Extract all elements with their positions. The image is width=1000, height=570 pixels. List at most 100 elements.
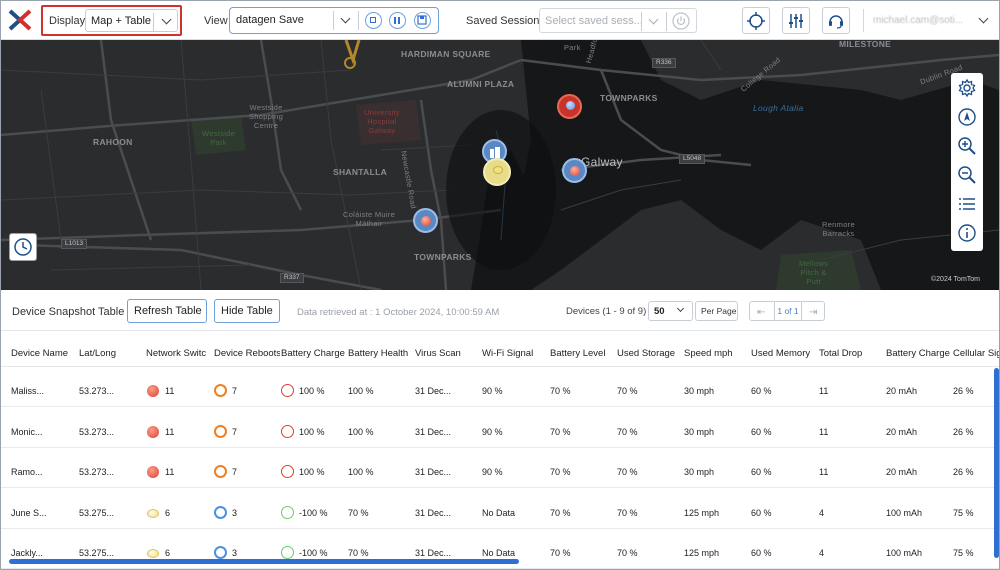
table-cell-reboots: 7 xyxy=(232,426,238,437)
pause-button[interactable] xyxy=(389,12,406,29)
headset-icon xyxy=(829,15,843,29)
map-label-mellows: Mellows Pitch & Putt xyxy=(799,259,829,286)
map-marker-yellow[interactable] xyxy=(483,158,511,186)
list-icon[interactable] xyxy=(957,194,977,214)
road-badge-l1013: L1013 xyxy=(61,239,88,249)
battery-status-icon xyxy=(281,465,294,478)
filters-button[interactable] xyxy=(782,7,810,34)
saved-sessions-dropdown[interactable]: Select saved sess... xyxy=(539,8,697,33)
column-header[interactable]: Battery Level xyxy=(550,348,616,359)
data-retrieved-timestamp: Data retrieved at : 1 October 2024, 10:0… xyxy=(297,307,500,318)
chevron-down-icon xyxy=(161,14,172,25)
column-header[interactable]: Network Switc xyxy=(146,348,206,359)
table-cell-network: 11 xyxy=(165,467,175,477)
zoom-out-icon[interactable] xyxy=(957,165,977,185)
support-button[interactable] xyxy=(822,7,850,34)
table-cell-total-drop: 11 xyxy=(819,386,829,396)
network-status-icon xyxy=(147,508,159,518)
table-cell-reboots: 7 xyxy=(232,386,238,396)
network-status-icon xyxy=(147,549,159,558)
save-icon xyxy=(417,15,427,25)
table-cell-reboots: 3 xyxy=(232,548,238,558)
power-icon[interactable] xyxy=(671,11,691,31)
table-row[interactable]: Ramo... 53.273... 100 % 31 Dec... 90 % 70 % 70… xyxy=(1,448,999,488)
column-header[interactable]: Used Storage xyxy=(617,348,683,359)
network-status-icon xyxy=(147,425,159,438)
column-header[interactable]: Wi-Fi Signal xyxy=(482,348,548,359)
map-label-lough-atalia: Lough Atalia xyxy=(753,103,804,113)
map-label-galway: Galway xyxy=(581,155,623,169)
table-cell-cellular: 26 % xyxy=(953,386,974,396)
horizontal-scrollbar[interactable] xyxy=(9,559,519,564)
column-header[interactable]: Cellular Sig xyxy=(953,348,999,359)
history-button[interactable] xyxy=(9,233,37,261)
column-header[interactable]: Used Memory xyxy=(751,348,817,359)
table-cell-speed: 30 mph xyxy=(684,386,715,396)
column-header[interactable]: Lat/Long xyxy=(79,348,145,359)
table-cell-virus-scan: 31 Dec... xyxy=(415,548,452,558)
display-dropdown[interactable]: Map + Table xyxy=(85,9,178,32)
building-icon xyxy=(490,147,500,158)
chevron-down-icon[interactable] xyxy=(978,13,989,24)
info-icon[interactable] xyxy=(957,223,977,243)
table-cell-used-storage: 70 % xyxy=(617,467,638,477)
table-cell-battery-charge2: 20 mAh xyxy=(886,467,918,477)
chevron-down-icon xyxy=(648,14,659,25)
table-cell-used-memory: 60 % xyxy=(751,386,772,396)
refresh-table-button[interactable]: Refresh Table xyxy=(127,299,207,323)
column-header[interactable]: Battery Charge xyxy=(281,348,347,359)
table-cell-speed: 30 mph xyxy=(684,467,715,477)
table-cell-battery-charge2: 20 mAh xyxy=(886,386,918,396)
table-cell-used-memory: 60 % xyxy=(751,548,772,558)
map-marker-blue[interactable] xyxy=(562,158,587,183)
map-label-alumni: ALUMNI PLAZA xyxy=(447,79,515,89)
previous-page-icon[interactable]: ⇤ xyxy=(757,307,765,318)
sliders-icon xyxy=(789,14,803,28)
table-cell-cellular: 75 % xyxy=(953,548,974,558)
column-header[interactable]: Battery Charge xyxy=(886,348,952,359)
chevron-down-icon[interactable] xyxy=(340,13,351,24)
road-badge-l5048: L5048 xyxy=(679,154,706,164)
map-label-townparks-bottom: TOWNPARKS xyxy=(414,252,472,262)
table-cell-reboots: 3 xyxy=(232,507,238,518)
locate-button[interactable] xyxy=(742,7,770,34)
map-view[interactable]: HARDIMAN SQUARE ALUMNI PLAZA TOWNPARKS R… xyxy=(1,40,999,290)
save-button[interactable] xyxy=(414,12,431,29)
stop-button[interactable] xyxy=(365,12,382,29)
reboots-status-icon xyxy=(214,424,227,438)
table-cell-speed: 30 mph xyxy=(684,426,715,437)
column-header[interactable]: Battery Health xyxy=(348,348,414,359)
per-page-label: Per Page xyxy=(695,301,738,321)
table-cell-name: Jackly... xyxy=(11,548,43,558)
user-name[interactable]: michael.cam@soti... xyxy=(873,15,963,26)
next-page-icon[interactable]: ⇥ xyxy=(809,307,817,318)
table-row[interactable]: June S... 53.275... 70 % 31 Dec... No Data 70… xyxy=(1,489,999,529)
battery-status-icon xyxy=(281,546,294,559)
hide-table-button[interactable]: Hide Table xyxy=(214,299,280,323)
map-marker-blue-2[interactable] xyxy=(413,208,438,233)
table-cell-battery-charge: 100 % xyxy=(299,467,325,477)
view-value[interactable]: datagen Save xyxy=(236,14,304,26)
map-marker-red[interactable] xyxy=(557,94,582,119)
gear-icon[interactable] xyxy=(957,78,977,98)
column-header[interactable]: Speed mph xyxy=(684,348,750,359)
table-cell-used-memory: 60 % xyxy=(751,467,772,477)
table-cell-battery-charge: 100 % xyxy=(299,386,325,396)
table-cell-cellular: 75 % xyxy=(953,507,974,518)
per-page-dropdown[interactable]: 50 xyxy=(648,301,693,321)
column-header[interactable]: Virus Scan xyxy=(415,348,481,359)
map-label-shantalla: SHANTALLA xyxy=(333,167,388,177)
pagination: ⇤ 1 of 1 ⇥ xyxy=(749,301,825,321)
vertical-scrollbar[interactable] xyxy=(994,368,999,558)
table-cell-battery-charge2: 20 mAh xyxy=(886,426,918,437)
column-header[interactable]: Device Reboots xyxy=(214,348,280,359)
column-header[interactable]: Device Name xyxy=(11,348,77,359)
zoom-in-icon[interactable] xyxy=(957,136,977,156)
app-logo-icon xyxy=(8,9,32,31)
reboots-status-icon xyxy=(214,546,227,559)
table-row[interactable]: Maliss... 53.273... 100 % 31 Dec... 90 % 70 %… xyxy=(1,367,999,407)
page-indicator: 1 of 1 xyxy=(774,302,802,320)
compass-icon[interactable] xyxy=(957,107,977,127)
column-header[interactable]: Total Drop xyxy=(819,348,885,359)
table-row[interactable]: Monic... 53.273... 100 % 31 Dec... 90 % 70 % 7… xyxy=(1,408,999,448)
